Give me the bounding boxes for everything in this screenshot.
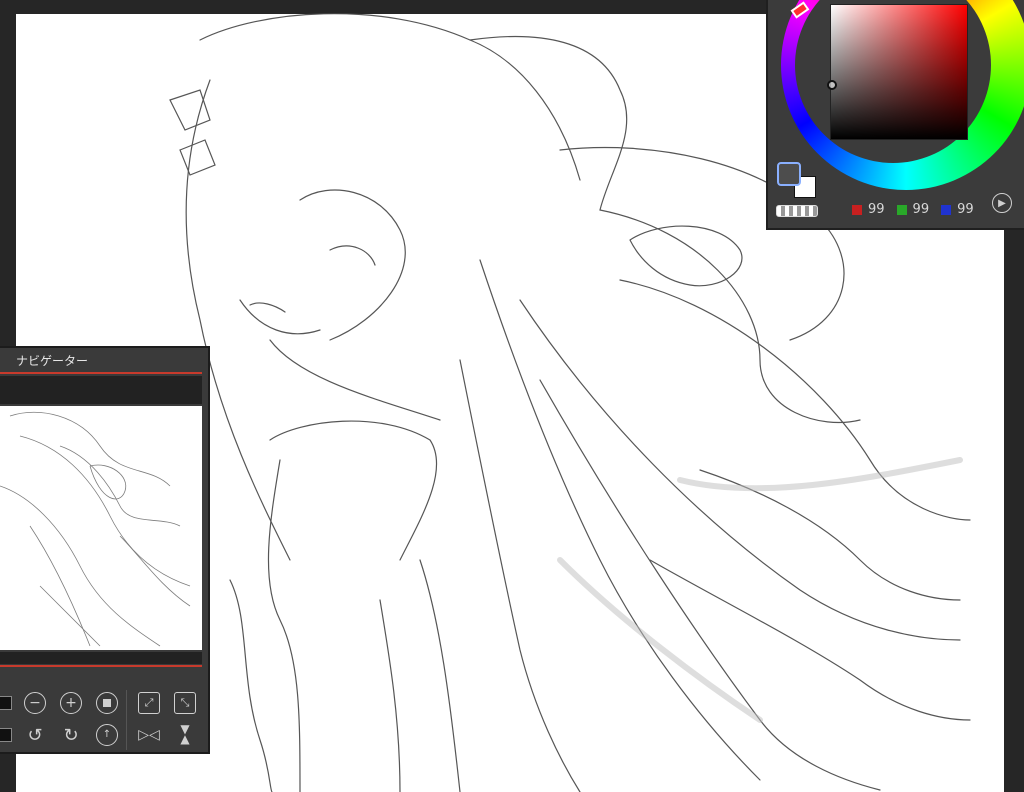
square-icon[interactable] <box>0 692 16 714</box>
rotate-right-icon[interactable]: ↻ <box>60 724 82 746</box>
flip-vertical-icon[interactable]: ▼ ▲ <box>174 723 196 746</box>
red-chip <box>852 204 862 215</box>
saturation-value-square[interactable] <box>830 4 968 140</box>
navigator-toolbar: − + ⤢ ⤡ ↺ ↻ ↑ ▷◁ ▼ ▲ <box>0 686 208 754</box>
blue-chip <box>941 204 952 215</box>
diagonal-arrows-icon[interactable]: ⤡ <box>174 692 196 714</box>
stop-square-icon[interactable] <box>96 692 118 714</box>
navigator-panel: ナビゲーター − + ⤢ ⤡ ↺ ↻ ↑ ▷◁ ▼ ▲ <box>0 346 210 754</box>
blue-value: 99 <box>957 202 974 217</box>
rgb-values: 99 99 99 <box>852 202 980 217</box>
navigator-divider-top <box>0 372 202 374</box>
red-value: 99 <box>868 202 885 217</box>
navigator-divider-bottom <box>0 665 202 667</box>
navigator-preview[interactable] <box>0 406 202 650</box>
navigator-title: ナビゲーター <box>16 354 89 368</box>
color-panel: 99 99 99 ▶ <box>766 0 1024 230</box>
navigator-bar-top <box>0 376 202 404</box>
sv-cursor[interactable] <box>827 80 837 90</box>
navigator-bar-bottom <box>0 652 202 664</box>
reset-rotation-icon[interactable]: ↑ <box>96 724 118 746</box>
toolbar-separator <box>126 690 127 750</box>
green-value: 99 <box>912 202 930 217</box>
play-icon[interactable]: ▶ <box>992 193 1012 213</box>
green-chip <box>896 204 907 215</box>
transparent-color-swatch[interactable] <box>776 205 818 217</box>
plus-circle-icon[interactable]: + <box>60 692 82 714</box>
expand-arrows-icon[interactable]: ⤢ <box>138 692 160 714</box>
minus-circle-icon[interactable]: − <box>24 692 46 714</box>
rotate-left-icon[interactable]: ↺ <box>24 724 46 746</box>
flip-horizontal-icon[interactable]: ▷◁ <box>138 724 160 746</box>
main-color-swatch[interactable] <box>777 162 801 186</box>
navigator-thumbnail <box>0 411 191 647</box>
square-dark-icon[interactable] <box>0 724 16 746</box>
